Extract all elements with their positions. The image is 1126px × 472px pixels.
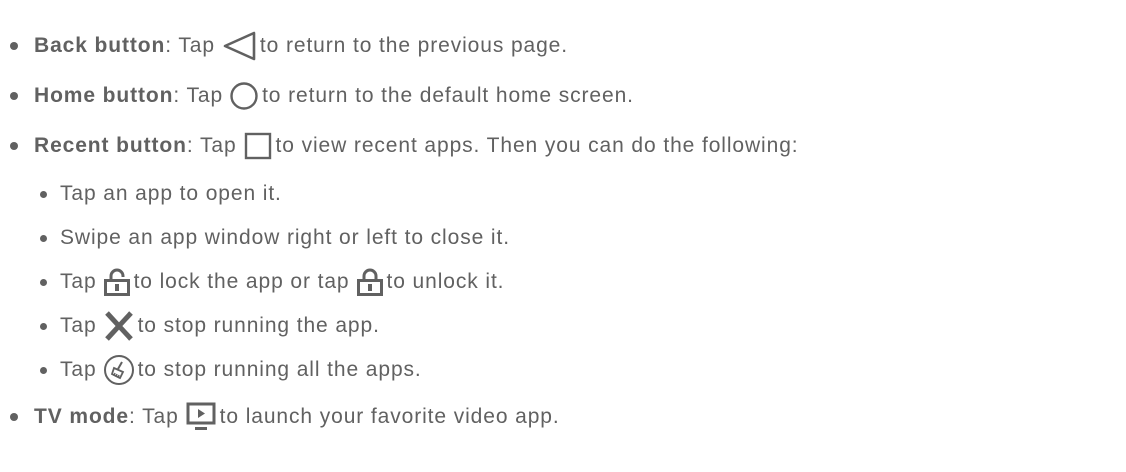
bullet [40, 322, 47, 330]
sublist-item-stop-all: Tap to stop running all the apps. [0, 350, 422, 390]
subitem-pre: Tap [60, 270, 97, 293]
bullet [40, 366, 47, 374]
subitem-mid: to lock the app or tap [133, 270, 350, 293]
bullet [10, 92, 18, 100]
item-pre: Tap [193, 134, 237, 157]
item-pre: Tap [180, 84, 224, 107]
item-colon: : [165, 34, 172, 57]
bullet [40, 234, 47, 242]
sublist-item-swipe-close: Swipe an app window right or left to clo… [0, 218, 510, 258]
unlock-icon [356, 267, 384, 297]
close-x-icon [103, 311, 135, 341]
home-circle-icon [229, 81, 259, 111]
item-pre: Tap [172, 34, 215, 57]
subitem-post: to stop running the app. [137, 314, 380, 337]
back-triangle-icon [221, 31, 257, 61]
list-item-back-button: Back button: Tap to return to the previo… [0, 26, 568, 66]
subitem-text: Swipe an app window right or left to clo… [60, 226, 510, 249]
clear-all-broom-icon [103, 354, 135, 386]
lock-icon [103, 267, 131, 297]
bullet [10, 42, 18, 50]
bullet [10, 142, 18, 150]
item-colon: : [128, 405, 136, 428]
item-post: to return to the previous page. [259, 34, 568, 57]
subitem-post: to stop running all the apps. [137, 358, 422, 381]
item-pre: Tap [135, 405, 179, 428]
sublist-item-open-app: Tap an app to open it. [0, 174, 282, 214]
tv-mode-icon [185, 401, 217, 433]
recent-square-icon [243, 131, 273, 161]
bullet [10, 413, 18, 421]
item-title: Home button [34, 84, 174, 107]
list-item-recent-button: Recent button: Tap to view recent apps. … [0, 126, 799, 166]
help-document: Back button: Tap to return to the previo… [0, 0, 1126, 472]
item-colon: : [173, 84, 181, 107]
bullet [40, 190, 47, 198]
subitem-pre: Tap [60, 358, 97, 381]
item-colon: : [186, 134, 194, 157]
item-post: to view recent apps. Then you can do the… [275, 134, 799, 157]
bullet [40, 278, 47, 286]
subitem-text: Tap an app to open it. [60, 182, 282, 205]
item-title: TV mode [34, 405, 129, 428]
list-item-home-button: Home button: Tap to return to the defaul… [0, 76, 634, 116]
item-title: Back button [34, 34, 166, 57]
list-item-tv-mode: TV mode: Tap to launch your favorite vid… [0, 397, 560, 437]
item-title: Recent button [34, 134, 187, 157]
item-post: to launch your favorite video app. [219, 405, 560, 428]
sublist-item-lock-app: Tap to lock the app or tap to unlock it. [0, 262, 504, 302]
subitem-post: to unlock it. [386, 270, 505, 293]
sublist-item-stop-app: Tap to stop running the app. [0, 306, 380, 346]
subitem-pre: Tap [60, 314, 97, 337]
item-post: to return to the default home screen. [262, 84, 634, 107]
